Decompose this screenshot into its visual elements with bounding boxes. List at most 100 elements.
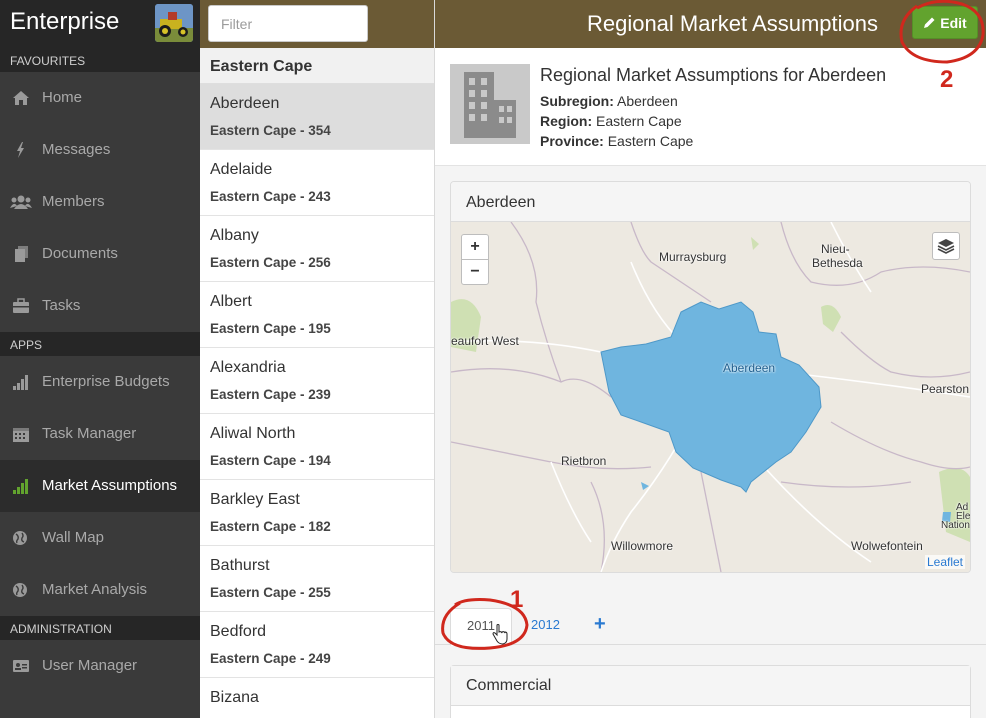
leaflet-attribution-link[interactable]: Leaflet xyxy=(924,555,965,569)
sidebar-item-documents[interactable]: Documents xyxy=(0,228,200,280)
filter-bar xyxy=(200,0,434,48)
list-item-name: Barkley East xyxy=(210,491,300,508)
annotation-number-1: 1 xyxy=(510,586,524,613)
edit-button[interactable]: Edit xyxy=(912,6,978,39)
user-avatar[interactable] xyxy=(155,4,193,42)
top-bar: Regional Market Assumptions Edit xyxy=(435,0,986,48)
list-item[interactable]: Adelaide Eastern Cape - 243 xyxy=(200,150,434,216)
sidebar-item-messages[interactable]: Messages xyxy=(0,124,200,176)
map-panel: Aberdeen + − Nieu- Bethesda Murraysburg … xyxy=(450,181,971,573)
briefcase-icon xyxy=(13,298,29,313)
sidebar-item-label: Market Analysis xyxy=(42,581,148,598)
sidebar-item-market-analysis[interactable]: Market Analysis xyxy=(0,564,200,616)
sidebar-item-market-assumptions[interactable]: Market Assumptions xyxy=(0,460,200,512)
list-item[interactable]: Albany Eastern Cape - 256 xyxy=(200,216,434,282)
map-label-pearston: Pearston xyxy=(921,382,970,396)
sidebar-item-label: Tasks xyxy=(42,297,81,314)
province-line: Province: Eastern Cape xyxy=(540,133,693,149)
map-heading: Aberdeen xyxy=(451,182,970,222)
sidebar-item-user-manager[interactable]: User Manager xyxy=(0,640,200,692)
main-content: Regional Market Assumptions Edit Regiona… xyxy=(435,0,986,718)
list-item-subtitle: Eastern Cape - 256 xyxy=(210,255,331,270)
list-item-subtitle: Eastern Cape - 194 xyxy=(210,453,331,468)
sidebar-item-label: Home xyxy=(42,89,83,106)
list-item-subtitle: Eastern Cape - 243 xyxy=(210,189,331,204)
region-list-panel: Eastern Cape Aberdeen Eastern Cape - 354… xyxy=(200,0,435,718)
list-item-subtitle: Eastern Cape - 239 xyxy=(210,387,331,402)
sidebar-item-enterprise-budgets[interactable]: Enterprise Budgets xyxy=(0,356,200,408)
list-item-name: Bedford xyxy=(210,623,267,640)
map-label-beaufort-west: eaufort West xyxy=(451,334,519,348)
pencil-icon xyxy=(924,17,935,28)
calendar-icon xyxy=(13,428,29,442)
tab-2012[interactable]: 2012 xyxy=(531,608,560,645)
annotation-number-2: 2 xyxy=(940,66,954,93)
detail-header: Regional Market Assumptions for Aberdeen… xyxy=(435,48,986,166)
app-title: Enterprise xyxy=(10,8,120,35)
subregion-value: Aberdeen xyxy=(617,93,678,109)
bolt-icon xyxy=(17,142,24,158)
sidebar-item-label: Documents xyxy=(42,245,118,262)
list-item-name: Aberdeen xyxy=(210,95,280,112)
user-card-icon xyxy=(13,660,29,672)
list-item-subtitle: Eastern Cape - 354 xyxy=(210,123,331,138)
map-label-aberdeen: Aberdeen xyxy=(723,361,776,375)
sidebar-item-home[interactable]: Home xyxy=(0,72,200,124)
list-item[interactable]: Alexandria Eastern Cape - 239 xyxy=(200,348,434,414)
sidebar-item-task-manager[interactable]: Task Manager xyxy=(0,408,200,460)
list-item-subtitle: Eastern Cape - 195 xyxy=(210,321,331,336)
users-icon xyxy=(10,195,32,209)
list-item-name: Bathurst xyxy=(210,557,270,574)
subregion-label: Subregion: xyxy=(540,93,614,109)
filter-input[interactable] xyxy=(208,5,368,42)
bar-chart-icon xyxy=(13,375,28,390)
add-tab-button[interactable]: + xyxy=(594,608,606,645)
sidebar-item-label: Task Manager xyxy=(42,425,137,442)
section-administration: ADMINISTRATION xyxy=(0,616,200,640)
sidebar-item-tasks[interactable]: Tasks xyxy=(0,280,200,332)
list-item[interactable]: Barkley East Eastern Cape - 182 xyxy=(200,480,434,546)
zoom-out-button[interactable]: − xyxy=(461,259,489,285)
home-icon xyxy=(13,91,29,105)
sidebar-item-label: Market Assumptions xyxy=(42,477,178,494)
list-item-name: Alexandria xyxy=(210,359,286,376)
region-value: Eastern Cape xyxy=(596,113,682,129)
sidebar-item-label: Wall Map xyxy=(42,529,104,546)
list-item-name: Adelaide xyxy=(210,161,273,178)
region-line: Region: Eastern Cape xyxy=(540,113,682,129)
sidebar-item-label: User Manager xyxy=(42,657,138,674)
map-label-nieu: Nieu- xyxy=(821,242,850,256)
map-tiles xyxy=(451,222,970,572)
province-label: Province: xyxy=(540,133,604,149)
map-label-willowmore: Willowmore xyxy=(611,539,674,553)
layers-button[interactable] xyxy=(932,232,960,260)
list-item-name: Albert xyxy=(210,293,252,310)
list-item-subtitle: Eastern Cape - 249 xyxy=(210,651,331,666)
section-apps: APPS xyxy=(0,332,200,356)
layers-icon xyxy=(937,239,955,254)
tab-2011[interactable]: 2011 xyxy=(450,608,512,646)
building-icon xyxy=(450,64,530,144)
brand-bar: Enterprise xyxy=(0,0,200,48)
map-label-bethesda: Bethesda xyxy=(812,256,863,270)
globe-icon xyxy=(13,531,27,545)
list-item-subtitle: Eastern Cape - 255 xyxy=(210,585,331,600)
list-item-name: Aliwal North xyxy=(210,425,296,442)
globe-icon xyxy=(13,583,27,597)
zoom-in-button[interactable]: + xyxy=(461,234,489,260)
map-label-rietbron: Rietbron xyxy=(561,454,607,468)
list-item[interactable]: Bedford Eastern Cape - 249 xyxy=(200,612,434,678)
list-item-name: Bizana xyxy=(210,689,259,706)
map[interactable]: + − Nieu- Bethesda Murraysburg eaufort W… xyxy=(451,222,970,572)
detail-title: Regional Market Assumptions for Aberdeen xyxy=(540,65,887,85)
section-favourites: FAVOURITES xyxy=(0,48,200,72)
list-item[interactable]: Albert Eastern Cape - 195 xyxy=(200,282,434,348)
sidebar-item-members[interactable]: Members xyxy=(0,176,200,228)
sidebar-item-wall-map[interactable]: Wall Map xyxy=(0,512,200,564)
list-item[interactable]: Bizana xyxy=(200,678,434,718)
list-item[interactable]: Aberdeen Eastern Cape - 354 xyxy=(200,84,434,150)
sidebar-item-label: Messages xyxy=(42,141,111,158)
list-item[interactable]: Aliwal North Eastern Cape - 194 xyxy=(200,414,434,480)
map-label-murraysburg: Murraysburg xyxy=(659,250,727,264)
list-item[interactable]: Bathurst Eastern Cape - 255 xyxy=(200,546,434,612)
